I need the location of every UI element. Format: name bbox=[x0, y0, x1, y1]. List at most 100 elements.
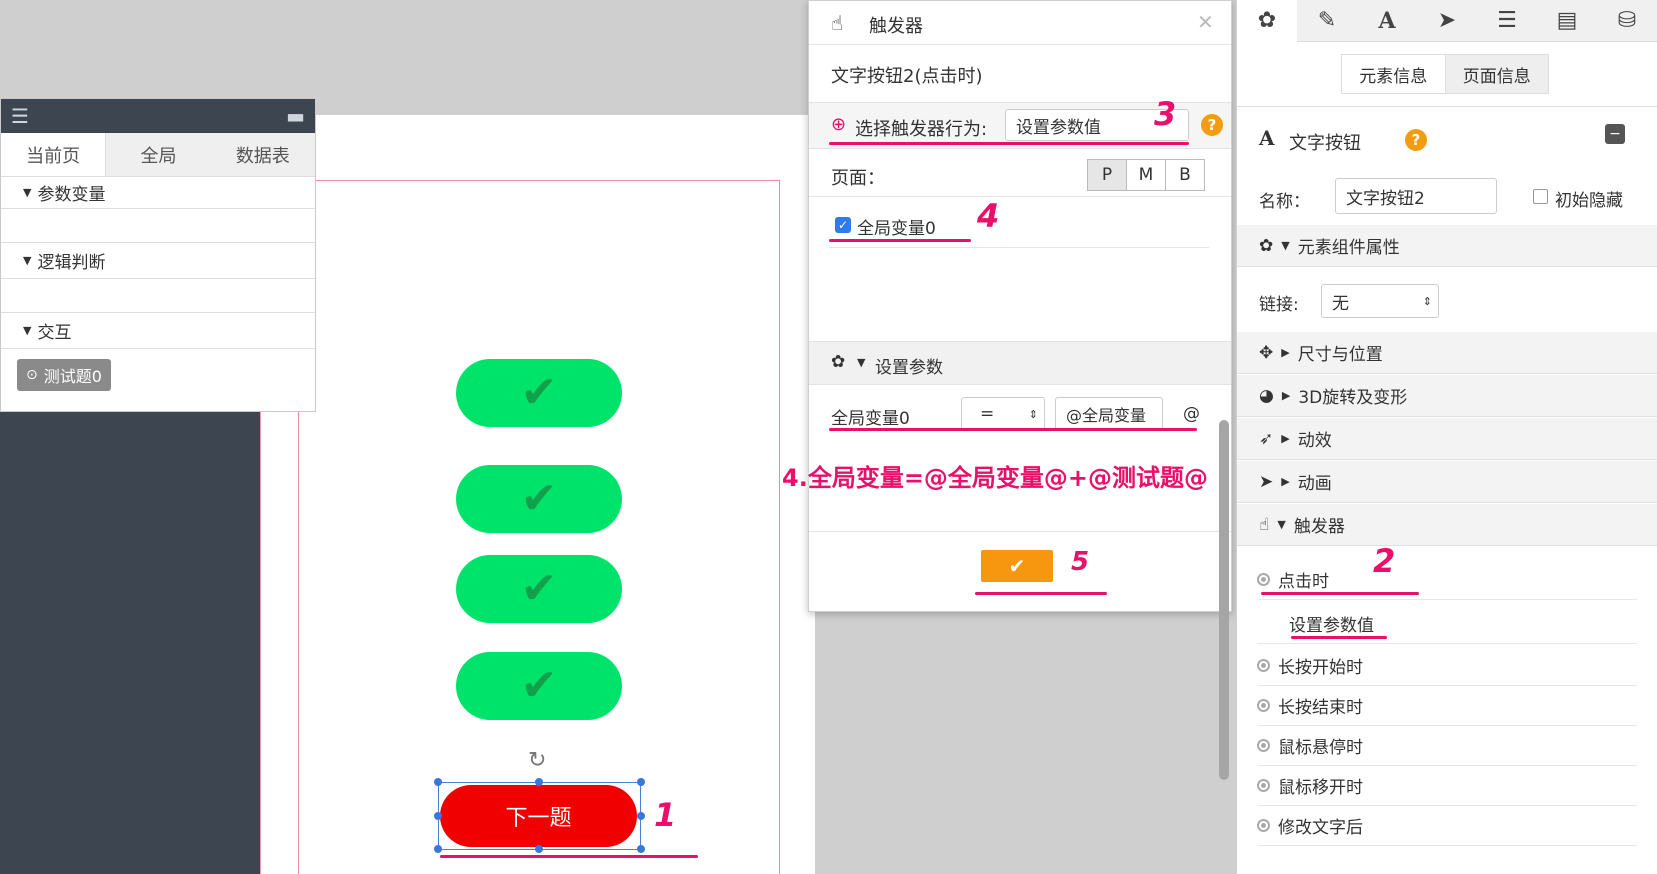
section-variables[interactable]: ▼ 参数变量 bbox=[1, 177, 315, 209]
underline-checkbox bbox=[829, 239, 971, 242]
collapse-icon[interactable]: − bbox=[1605, 124, 1625, 144]
tab-data-table[interactable]: 数据表 bbox=[211, 133, 315, 176]
annotation-3: 3 bbox=[1154, 95, 1177, 133]
underline-next-button bbox=[440, 855, 698, 858]
component-section[interactable]: ✿ ▼ 元素组件属性 bbox=[1237, 225, 1657, 267]
trigger-dialog: ☝ 触发器 ✕ 文字按钮2(点击时) ⊕ 选择触发器行为: 设置参数值 ? 3 … bbox=[808, 0, 1232, 612]
tab-current-page[interactable]: 当前页 bbox=[1, 133, 107, 176]
link-select[interactable]: 无 ⇕ bbox=[1321, 284, 1439, 318]
answer-button-4[interactable]: ✔ bbox=[456, 652, 622, 720]
params-section-title: 设置参数 bbox=[875, 358, 943, 378]
action-label: 选择触发器行为: bbox=[855, 119, 988, 140]
underline-action bbox=[829, 142, 1189, 145]
rotate-handle-icon[interactable]: ↻ bbox=[528, 748, 546, 773]
caret-down-icon: ▼ bbox=[23, 186, 32, 199]
quiz-chip[interactable]: ⊙ 测试题0 bbox=[17, 359, 111, 391]
info-subtabs: 元素信息 页面信息 bbox=[1341, 54, 1549, 94]
panel-tabs: 当前页 全局 数据表 bbox=[1, 133, 315, 177]
circle-check-icon: ⊙ bbox=[26, 367, 38, 383]
check-icon: ✔ bbox=[520, 473, 558, 524]
rocket-icon: ➶ bbox=[1259, 428, 1274, 449]
confirm-button[interactable]: ✔ bbox=[981, 550, 1053, 582]
resize-handle-r[interactable] bbox=[637, 812, 645, 820]
scrollbar[interactable] bbox=[1219, 420, 1229, 780]
help-icon[interactable]: ? bbox=[1405, 129, 1427, 151]
param-value-input[interactable]: @全局变量 bbox=[1055, 397, 1163, 431]
caret-down-icon: ▼ bbox=[23, 254, 32, 267]
resize-handle-b[interactable] bbox=[535, 845, 543, 853]
section-interaction[interactable]: ▼ 交互 bbox=[1, 313, 315, 349]
menu-icon[interactable]: ☰ bbox=[11, 104, 29, 128]
gear-icon: ✿ bbox=[1259, 235, 1274, 256]
page-label: 页面： bbox=[831, 168, 885, 189]
hidden-label: 初始隐藏 bbox=[1555, 191, 1623, 211]
select-arrows-icon: ⇕ bbox=[1422, 294, 1432, 308]
page-option-p[interactable]: P bbox=[1087, 159, 1127, 191]
help-icon[interactable]: ? bbox=[1201, 114, 1223, 136]
underline-confirm bbox=[975, 592, 1107, 595]
param-operator-select[interactable]: = ⇕ bbox=[961, 397, 1045, 431]
tab-global[interactable]: 全局 bbox=[106, 133, 210, 176]
resize-handle-bl[interactable] bbox=[434, 845, 442, 853]
subtab-element-info[interactable]: 元素信息 bbox=[1342, 55, 1446, 93]
caret-down-icon: ▼ bbox=[857, 356, 866, 369]
section-variables-body bbox=[1, 209, 315, 243]
trigger-long-press-end[interactable]: 长按结束时 bbox=[1257, 686, 1637, 726]
trigger-long-press-start[interactable]: 长按开始时 bbox=[1257, 646, 1637, 686]
annotation-1: 1 bbox=[654, 796, 677, 834]
params-section-header[interactable]: ✿ ▼ 设置参数 bbox=[809, 341, 1231, 385]
resize-handle-br[interactable] bbox=[637, 845, 645, 853]
answer-button-1[interactable]: ✔ bbox=[456, 359, 622, 427]
divider bbox=[809, 531, 1231, 532]
document-icon[interactable]: ▤ bbox=[1537, 0, 1597, 42]
list-icon[interactable]: ☰ bbox=[1477, 0, 1537, 42]
collapse-icon[interactable]: ▬ bbox=[286, 104, 305, 128]
move-icon: ✥ bbox=[1259, 342, 1274, 363]
hidden-checkbox[interactable] bbox=[1533, 189, 1548, 204]
caret-down-icon: ▼ bbox=[23, 324, 32, 337]
radio-icon bbox=[1257, 659, 1270, 672]
section-size-position[interactable]: ✥ ▶ 尺寸与位置 bbox=[1237, 332, 1657, 374]
trigger-mouse-hover[interactable]: 鼠标悬停时 bbox=[1257, 726, 1637, 766]
annotation-4: 4 bbox=[977, 197, 1000, 235]
section-logic[interactable]: ▼ 逻辑判断 bbox=[1, 243, 315, 279]
database-icon[interactable]: ⛁ bbox=[1597, 0, 1657, 42]
pencil-icon[interactable]: ✎ bbox=[1297, 0, 1357, 42]
section-trigger[interactable]: ☝ ▼ 触发器 bbox=[1237, 504, 1657, 546]
underline-on-click bbox=[1261, 592, 1419, 595]
paper-plane-icon[interactable]: ➤ bbox=[1417, 0, 1477, 42]
section-logic-body bbox=[1, 279, 315, 313]
formula-note: 4.全局变量=@全局变量@+@测试题@ bbox=[782, 464, 1209, 492]
gear-icon: ✿ bbox=[831, 352, 846, 372]
divider bbox=[829, 247, 1209, 248]
caret-right-icon: ▶ bbox=[1281, 389, 1291, 402]
trigger-text-changed[interactable]: 修改文字后 bbox=[1257, 806, 1637, 846]
caret-right-icon: ▶ bbox=[1281, 346, 1290, 359]
resize-handle-tl[interactable] bbox=[434, 778, 442, 786]
param-name: 全局变量0 bbox=[831, 409, 910, 429]
name-label: 名称： bbox=[1259, 192, 1310, 212]
text-icon[interactable]: A bbox=[1357, 0, 1417, 42]
answer-button-3[interactable]: ✔ bbox=[456, 555, 622, 623]
page-option-m[interactable]: M bbox=[1126, 159, 1166, 191]
section-animation[interactable]: ➤ ▶ 动画 bbox=[1237, 461, 1657, 503]
globe-icon: ◕ bbox=[1259, 385, 1274, 406]
trigger-mouse-leave[interactable]: 鼠标移开时 bbox=[1257, 766, 1637, 806]
section-effects[interactable]: ➶ ▶ 动效 bbox=[1237, 418, 1657, 460]
resize-handle-t[interactable] bbox=[535, 778, 543, 786]
caret-right-icon: ▶ bbox=[1281, 475, 1290, 488]
resize-handle-l[interactable] bbox=[434, 812, 442, 820]
dialog-header: ☝ 触发器 ✕ bbox=[809, 1, 1231, 45]
resize-handle-tr[interactable] bbox=[637, 778, 645, 786]
check-icon: ✔ bbox=[520, 660, 558, 711]
section-3d-transform[interactable]: ◕ ▶ 3D旋转及变形 bbox=[1237, 375, 1657, 417]
subtab-page-info[interactable]: 页面信息 bbox=[1445, 55, 1548, 93]
element-type: 文字按钮 bbox=[1289, 133, 1361, 154]
name-input[interactable]: 文字按钮2 bbox=[1335, 178, 1497, 214]
checkbox-label: 全局变量0 bbox=[857, 219, 936, 239]
gear-icon[interactable]: ✿ bbox=[1237, 0, 1297, 42]
answer-button-2[interactable]: ✔ bbox=[456, 465, 622, 533]
page-option-b[interactable]: B bbox=[1165, 159, 1205, 191]
variable-checkbox[interactable]: ✓ bbox=[835, 217, 851, 233]
close-icon[interactable]: ✕ bbox=[1197, 10, 1214, 34]
